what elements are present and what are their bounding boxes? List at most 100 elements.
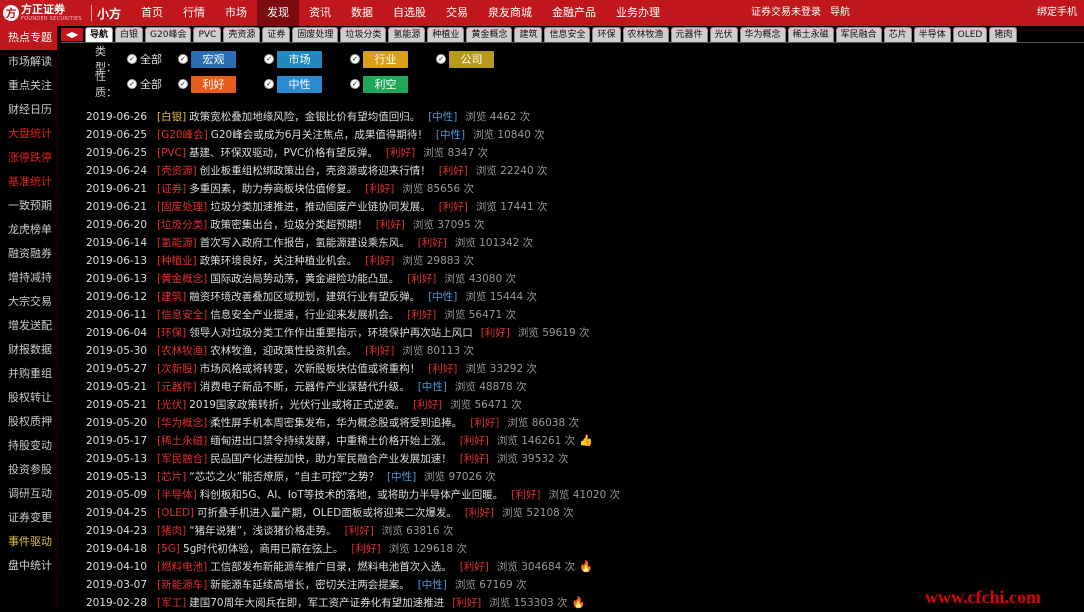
news-title[interactable]: 市场风格或将转变，次新股板块估值或将重构！ bbox=[200, 360, 421, 378]
news-topic-tag[interactable]: [种植业] bbox=[157, 252, 197, 270]
sidebar-item[interactable]: 大盘统计 bbox=[0, 122, 57, 146]
news-title[interactable]: 领导人对垃圾分类工作作出重要指示，环境保护再次站上风口 bbox=[189, 324, 473, 342]
topic-tab[interactable]: 种植业 bbox=[427, 26, 465, 42]
news-row[interactable]: 2019-06-24 [壳资源] 创业板重组松绑政策出台，壳资源或将迎来行情！ [利好… bbox=[86, 162, 1046, 180]
news-topic-tag[interactable]: [芯片] bbox=[157, 468, 186, 486]
news-title[interactable]: 工信部发布新能源车推广目录，燃料电池首次入选。 bbox=[210, 558, 452, 576]
sidebar-item[interactable]: 盘中统计 bbox=[0, 554, 57, 578]
news-topic-tag[interactable]: [白银] bbox=[157, 108, 186, 126]
news-row[interactable]: 2019-04-23 [猪肉] “猪年说猪”，浅谈猪价格走势。 [利好] 浏览 6381… bbox=[86, 522, 1046, 540]
type-all-checkbox[interactable]: ✓ 全部 bbox=[127, 51, 172, 67]
news-topic-tag[interactable]: [半导体] bbox=[157, 486, 197, 504]
news-topic-tag[interactable]: [猪肉] bbox=[157, 522, 186, 540]
topic-tab[interactable]: 环保 bbox=[592, 26, 621, 42]
news-row[interactable]: 2019-02-28 [军工] 建国70周年大阅兵在即，军工资产证券化有望加速推进 [… bbox=[86, 594, 1046, 612]
topic-tab[interactable]: 稀土永磁 bbox=[787, 26, 834, 42]
type-tag[interactable]: 宏观 bbox=[191, 50, 236, 68]
news-topic-tag[interactable]: [PVC] bbox=[157, 144, 186, 162]
news-title[interactable]: 基建、环保双驱动，PVC价格有望反弹。 bbox=[189, 144, 378, 162]
news-row[interactable]: 2019-05-13 [芯片] “芯芯之火”能否燎原，“自主可控”之势？ [中性] 浏览… bbox=[86, 468, 1046, 486]
news-title[interactable]: 建国70周年大阅兵在即，军工资产证券化有望加速推进 bbox=[189, 594, 444, 612]
news-title[interactable]: 创业板重组松绑政策出台，壳资源或将迎来行情！ bbox=[200, 162, 431, 180]
menu-item-9[interactable]: 金融产品 bbox=[542, 0, 606, 26]
news-title[interactable]: 科创板和5G、AI、IoT等技术的落地，或将助力半导体产业回暖。 bbox=[200, 486, 504, 504]
topic-tab[interactable]: 元器件 bbox=[670, 26, 708, 42]
news-row[interactable]: 2019-06-25 [PVC] 基建、环保双驱动，PVC价格有望反弹。 [利好] 浏览… bbox=[86, 144, 1046, 162]
topic-tab[interactable]: 黄金概念 bbox=[466, 26, 513, 42]
sidebar-item[interactable]: 增持减持 bbox=[0, 266, 57, 290]
type-checkbox[interactable]: ✓ 公司 bbox=[436, 50, 516, 68]
sidebar-item[interactable]: 市场解读 bbox=[0, 50, 57, 74]
news-topic-tag[interactable]: [农林牧渔] bbox=[157, 342, 207, 360]
news-row[interactable]: 2019-06-20 [垃圾分类] 政策密集出台，垃圾分类超预期！ [利好] 浏览 37… bbox=[86, 216, 1046, 234]
topic-tab[interactable]: 华为概念 bbox=[739, 26, 786, 42]
news-row[interactable]: 2019-04-25 [OLED] 可折叠手机进入量产期，OLED面板或将迎来二次爆… bbox=[86, 504, 1046, 522]
news-row[interactable]: 2019-03-07 [新能源车] 新能源车延续高增长，密切关注两会提案。 [中性] 浏… bbox=[86, 576, 1046, 594]
sidebar-item[interactable]: 增发送配 bbox=[0, 314, 57, 338]
news-row[interactable]: 2019-04-18 [5G] 5g时代初体验，商用已箭在弦上。 [利好] 浏览 129… bbox=[86, 540, 1046, 558]
news-title[interactable]: 可折叠手机进入量产期，OLED面板或将迎来二次爆发。 bbox=[197, 504, 457, 522]
nav-link[interactable]: 导航 bbox=[830, 0, 850, 26]
topic-tab[interactable]: 半导体 bbox=[913, 26, 951, 42]
news-topic-tag[interactable]: [固废处理] bbox=[157, 198, 207, 216]
news-topic-tag[interactable]: [壳资源] bbox=[157, 162, 197, 180]
news-row[interactable]: 2019-05-17 [稀土永磁] 缅甸进出口禁令持续发酵，中重稀土价格开始上涨。 [… bbox=[86, 432, 1046, 450]
sidebar-item[interactable]: 财经日历 bbox=[0, 98, 57, 122]
bind-phone-link[interactable]: 绑定手机 bbox=[1037, 0, 1077, 26]
news-topic-tag[interactable]: [燃料电池] bbox=[157, 558, 207, 576]
sidebar-item[interactable]: 股权转让 bbox=[0, 386, 57, 410]
news-row[interactable]: 2019-06-26 [白银] 政策宽松叠加地缘风险，金银比价有望均值回归。 [中性]… bbox=[86, 108, 1046, 126]
sentiment-tag[interactable]: 中性 bbox=[277, 75, 322, 93]
news-title[interactable]: 政策环境良好，关注种植业机会。 bbox=[200, 252, 358, 270]
news-topic-tag[interactable]: [军工] bbox=[157, 594, 186, 612]
news-title[interactable]: 首次写入政府工作报告，氢能源建设乘东风。 bbox=[200, 234, 410, 252]
topic-tab[interactable]: 垃圾分类 bbox=[340, 26, 387, 42]
type-checkbox[interactable]: ✓ 宏观 bbox=[178, 50, 258, 68]
news-title[interactable]: 信息安全产业提速，行业迎来发展机会。 bbox=[210, 306, 399, 324]
news-row[interactable]: 2019-06-11 [信息安全] 信息安全产业提速，行业迎来发展机会。 [利好] 浏览… bbox=[86, 306, 1046, 324]
news-title[interactable]: 政策宽松叠加地缘风险，金银比价有望均值回归。 bbox=[189, 108, 420, 126]
menu-item-8[interactable]: 泉友商城 bbox=[478, 0, 542, 26]
news-topic-tag[interactable]: [建筑] bbox=[157, 288, 186, 306]
news-title[interactable]: 缅甸进出口禁令持续发酵，中重稀土价格开始上涨。 bbox=[210, 432, 452, 450]
topic-tab[interactable]: 导航 bbox=[85, 26, 114, 42]
topic-tab[interactable]: 军民融合 bbox=[835, 26, 882, 42]
news-topic-tag[interactable]: [黄金概念] bbox=[157, 270, 207, 288]
news-topic-tag[interactable]: [次新股] bbox=[157, 360, 197, 378]
founder-logo[interactable]: 方 方正证券 FOUNDER SECURITIES bbox=[0, 0, 86, 26]
news-topic-tag[interactable]: [军民融合] bbox=[157, 450, 207, 468]
menu-item-2[interactable]: 市场 bbox=[215, 0, 257, 26]
sidebar-item[interactable]: 事件驱动 bbox=[0, 530, 57, 554]
news-row[interactable]: 2019-06-12 [建筑] 融资环境改善叠加区域规划，建筑行业有望反弹。 [中性]… bbox=[86, 288, 1046, 306]
news-title[interactable]: 柔性屏手机本周密集发布，华为概念股或将受到追捧。 bbox=[210, 414, 462, 432]
news-topic-tag[interactable]: [证券] bbox=[157, 180, 186, 198]
sidebar-item[interactable]: 并购重组 bbox=[0, 362, 57, 386]
news-topic-tag[interactable]: [环保] bbox=[157, 324, 186, 342]
topic-tab[interactable]: 农林牧渔 bbox=[622, 26, 669, 42]
news-topic-tag[interactable]: [元器件] bbox=[157, 378, 197, 396]
sidebar-item[interactable]: 持股变动 bbox=[0, 434, 57, 458]
menu-item-1[interactable]: 行情 bbox=[173, 0, 215, 26]
sentiment-tag[interactable]: 利好 bbox=[191, 75, 236, 93]
menu-item-3[interactable]: 发现 bbox=[257, 0, 299, 26]
topic-tab[interactable]: 芯片 bbox=[883, 26, 912, 42]
sidebar-item[interactable]: 投资参股 bbox=[0, 458, 57, 482]
news-topic-tag[interactable]: [氢能源] bbox=[157, 234, 197, 252]
news-row[interactable]: 2019-05-13 [军民融合] 民品国产化进程加快，助力军民融合产业发展加速！ [… bbox=[86, 450, 1046, 468]
topic-tab[interactable]: 建筑 bbox=[514, 26, 543, 42]
news-title[interactable]: “芯芯之火”能否燎原，“自主可控”之势？ bbox=[189, 468, 379, 486]
news-row[interactable]: 2019-05-27 [次新股] 市场风格或将转变，次新股板块估值或将重构！ [利好]… bbox=[86, 360, 1046, 378]
news-title[interactable]: 国际政治局势动荡，黄金避险功能凸显。 bbox=[210, 270, 399, 288]
news-title[interactable]: 多重因素，助力券商板块估值修复。 bbox=[189, 180, 357, 198]
sidebar-item[interactable]: 股权质押 bbox=[0, 410, 57, 434]
type-tag[interactable]: 公司 bbox=[449, 50, 494, 68]
news-row[interactable]: 2019-05-20 [华为概念] 柔性屏手机本周密集发布，华为概念股或将受到追捧。… bbox=[86, 414, 1046, 432]
news-title[interactable]: “猪年说猪”，浅谈猪价格走势。 bbox=[189, 522, 336, 540]
news-topic-tag[interactable]: [G20峰会] bbox=[157, 126, 208, 144]
trade-login-status[interactable]: 证券交易未登录 bbox=[751, 0, 821, 26]
menu-item-5[interactable]: 数据 bbox=[341, 0, 383, 26]
sentiment-checkbox[interactable]: ✓ 中性 bbox=[264, 75, 344, 93]
sidebar-item[interactable]: 涨停跌停 bbox=[0, 146, 57, 170]
news-row[interactable]: 2019-06-13 [黄金概念] 国际政治局势动荡，黄金避险功能凸显。 [利好] 浏览… bbox=[86, 270, 1046, 288]
news-row[interactable]: 2019-06-21 [证券] 多重因素，助力券商板块估值修复。 [利好] 浏览 856… bbox=[86, 180, 1046, 198]
